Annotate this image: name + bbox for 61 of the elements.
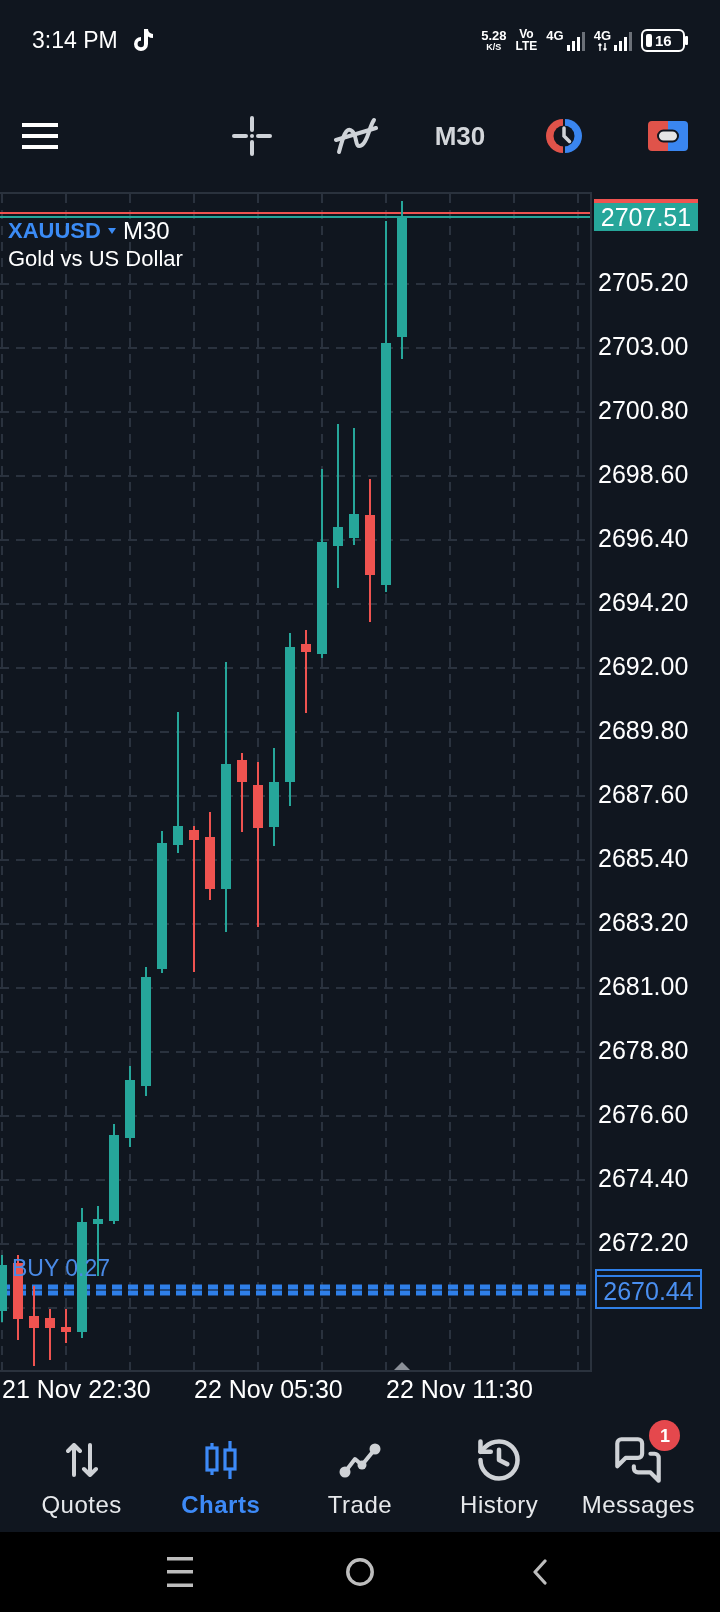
price-axis-label: 2687.60 bbox=[598, 781, 689, 807]
candlestick bbox=[0, 1255, 7, 1322]
caret-icon[interactable] bbox=[107, 228, 116, 234]
price-axis-label: 2678.80 bbox=[598, 1037, 689, 1063]
symbol-description: Gold vs US Dollar bbox=[8, 245, 183, 273]
triangle-marker-icon bbox=[394, 1362, 410, 1370]
battery-charge-icon bbox=[646, 33, 652, 47]
price-axis-label: 2692.00 bbox=[598, 653, 689, 679]
network-type: 4G bbox=[593, 29, 611, 42]
time-axis-label: 22 Nov 05:30 bbox=[194, 1375, 343, 1403]
price-axis-label: 2681.00 bbox=[598, 973, 689, 999]
volte-text: Vo bbox=[519, 28, 534, 40]
toggle-icon[interactable] bbox=[648, 121, 688, 151]
price-axis-label: 2674.40 bbox=[598, 1165, 689, 1191]
recent-apps-icon[interactable] bbox=[167, 1557, 193, 1587]
up-down-arrows-icon bbox=[65, 1443, 98, 1477]
volte-text: LTE bbox=[515, 40, 538, 52]
price-axis-label: 2672.20 bbox=[598, 1229, 689, 1255]
history-icon bbox=[478, 1439, 521, 1481]
music-note-icon bbox=[133, 29, 153, 51]
wave-icon[interactable] bbox=[334, 117, 378, 155]
network-speed: 5.28 bbox=[481, 28, 507, 42]
network-speed-unit: K/S bbox=[486, 41, 502, 52]
candlestick bbox=[45, 1309, 55, 1360]
status-time: 3:14 PM bbox=[32, 28, 118, 52]
network-type: 4G bbox=[546, 29, 564, 42]
position-price-label: 2670.44 bbox=[595, 1269, 702, 1309]
chart-timeframe: M30 bbox=[122, 219, 170, 243]
price-axis-label: 2698.60 bbox=[598, 461, 689, 487]
line-chart-icon bbox=[339, 1442, 381, 1478]
price-axis-label: 2685.40 bbox=[598, 845, 689, 871]
back-icon[interactable] bbox=[533, 1559, 547, 1585]
symbol-selector[interactable]: XAUUSD bbox=[8, 220, 101, 242]
signal-bars-icon bbox=[614, 32, 632, 51]
price-axis-label: 2676.60 bbox=[598, 1101, 689, 1127]
crosshair-icon[interactable] bbox=[232, 116, 272, 156]
signal-bars-icon bbox=[566, 32, 585, 51]
chat-bubbles-icon bbox=[615, 1437, 662, 1483]
nav-tab[interactable]: 1 Messages bbox=[568, 1416, 708, 1522]
price-axis-label: 2705.20 bbox=[598, 269, 689, 295]
time-axis-label: 21 Nov 22:30 bbox=[2, 1375, 151, 1403]
price-axis-label: 2703.00 bbox=[598, 333, 689, 359]
price-axis-label: 2696.40 bbox=[598, 525, 689, 551]
timeframe-button[interactable]: M30 bbox=[434, 123, 486, 149]
candlestick-icon bbox=[204, 1441, 237, 1479]
time-axis-label: 22 Nov 11:30 bbox=[386, 1375, 533, 1403]
price-axis-label: 2683.20 bbox=[598, 909, 689, 935]
menu-icon[interactable] bbox=[22, 123, 58, 149]
price-axis-label: 2694.20 bbox=[598, 589, 689, 615]
battery-percentage: 16 bbox=[655, 32, 672, 48]
notification-badge: 1 bbox=[649, 1420, 681, 1451]
candlestick bbox=[61, 1309, 71, 1343]
home-icon[interactable] bbox=[346, 1558, 374, 1586]
nav-tab[interactable]: Trade bbox=[290, 1416, 430, 1522]
clock-icon[interactable] bbox=[545, 118, 583, 154]
nav-tab[interactable]: Charts bbox=[151, 1416, 291, 1522]
nav-tab[interactable]: Quotes bbox=[12, 1416, 152, 1522]
nav-tab[interactable]: History bbox=[429, 1416, 569, 1522]
price-axis-label: 2689.80 bbox=[598, 717, 689, 743]
price-axis-label: 2700.80 bbox=[598, 397, 689, 423]
current-price-label: 2707.51 bbox=[594, 199, 698, 231]
